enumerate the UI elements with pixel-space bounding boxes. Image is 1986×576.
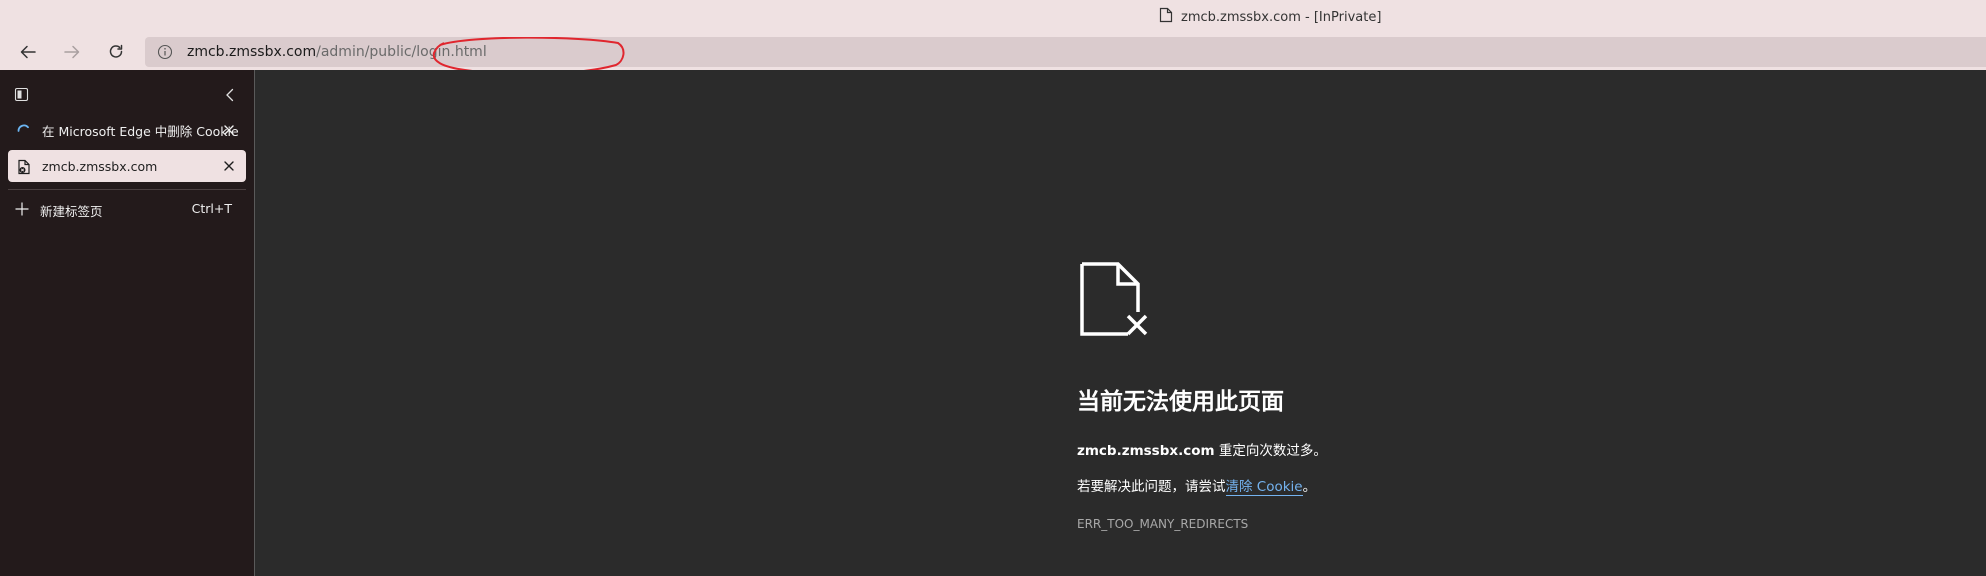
new-tab-shortcut: Ctrl+T	[191, 201, 232, 216]
info-icon[interactable]	[157, 44, 173, 60]
tab-label: zmcb.zmssbx.com	[42, 158, 158, 174]
error-title: 当前无法使用此页面	[1077, 389, 1284, 415]
tab-item-cookie-help[interactable]: 在 Microsoft Edge 中删除 Cookie	[8, 114, 246, 146]
back-button[interactable]	[12, 38, 44, 66]
error-message-text: 重定向次数过多。	[1214, 443, 1327, 459]
window-title: zmcb.zmssbx.com - [InPrivate]	[1159, 0, 1381, 34]
tab-label: 在 Microsoft Edge 中删除 Cookie	[42, 123, 239, 139]
page-icon	[1159, 7, 1173, 27]
address-bar[interactable]: zmcb.zmssbx.com/admin/public/login.html	[145, 37, 1986, 75]
close-icon[interactable]	[222, 123, 236, 137]
clear-cookies-link[interactable]: 清除 Cookie	[1225, 479, 1303, 496]
error-code: ERR_TOO_MANY_REDIRECTS	[1077, 517, 1249, 531]
refresh-button[interactable]	[100, 38, 132, 66]
arrow-left-icon	[20, 45, 36, 59]
broken-document-icon	[1080, 262, 1148, 336]
refresh-icon	[109, 44, 123, 58]
error-message: zmcb.zmssbx.com 重定向次数过多。	[1077, 439, 1327, 459]
collapse-panel-icon[interactable]	[224, 88, 236, 102]
new-tab-button[interactable]: 新建标签页 Ctrl+T	[8, 194, 246, 224]
arrow-right-icon	[64, 45, 80, 59]
navigation-toolbar: zmcb.zmssbx.com/admin/public/login.html	[0, 34, 1986, 75]
error-hint: 若要解决此问题，请尝试清除 Cookie。	[1077, 475, 1317, 496]
url-host: zmcb.zmssbx.com	[187, 44, 317, 60]
tab-actions-icon[interactable]	[14, 87, 29, 102]
close-icon[interactable]	[222, 159, 236, 173]
vertical-tabs-panel: 在 Microsoft Edge 中删除 Cookie zmcb.zmssbx.…	[0, 70, 255, 576]
error-hint-prefix: 若要解决此问题，请尝试	[1077, 479, 1226, 495]
tab-item-zmcb[interactable]: zmcb.zmssbx.com	[8, 150, 246, 182]
forward-button[interactable]	[56, 38, 88, 66]
loading-spinner-icon	[17, 124, 29, 132]
error-hint-suffix: 。	[1302, 479, 1317, 495]
tab-divider	[8, 189, 246, 190]
page-error-icon	[18, 159, 30, 175]
title-bar: zmcb.zmssbx.com - [InPrivate]	[0, 0, 1986, 34]
window-title-text: zmcb.zmssbx.com - [InPrivate]	[1181, 9, 1382, 25]
plus-icon	[15, 202, 29, 216]
new-tab-label: 新建标签页	[40, 204, 103, 219]
error-host: zmcb.zmssbx.com	[1077, 443, 1215, 459]
